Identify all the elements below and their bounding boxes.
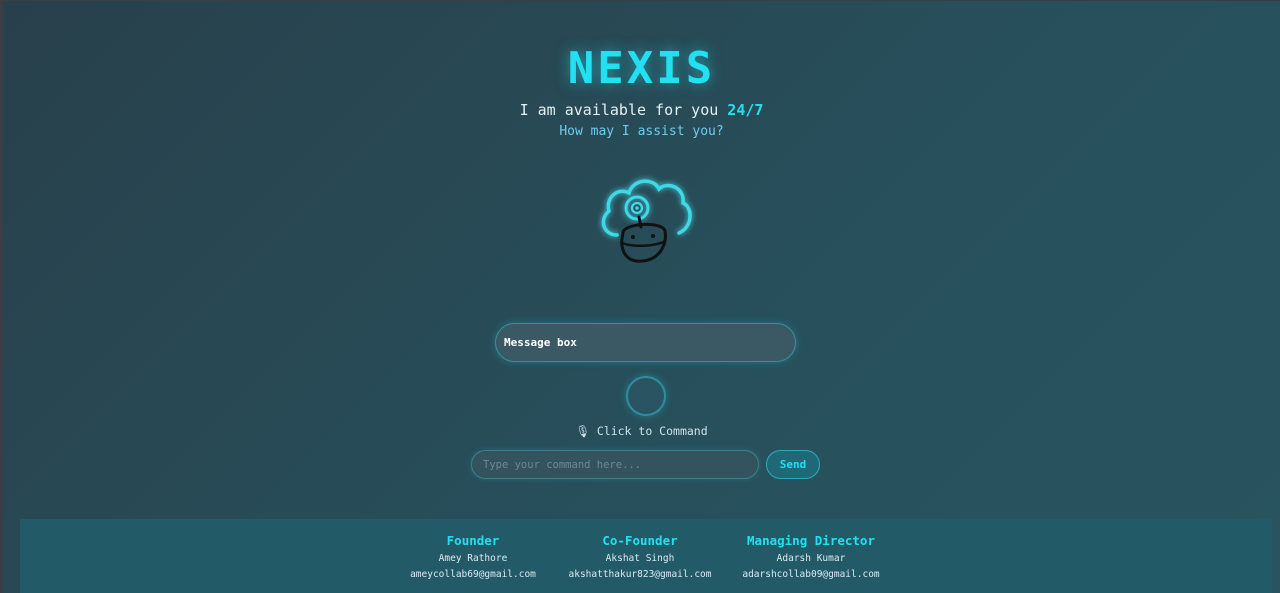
credit-name: Adarsh Kumar	[776, 553, 846, 564]
cloud-robot-icon	[595, 171, 697, 269]
credit-email: adarshcollab09@gmail.com	[742, 569, 880, 580]
microphone-button[interactable]	[626, 376, 666, 416]
assist-subtitle: How may I assist you?	[559, 124, 724, 139]
message-box: Message box	[495, 323, 796, 362]
credit-role: Co-Founder	[602, 533, 678, 548]
credit-founder: Founder Amey Rathore ameycollab69@gmail.…	[383, 533, 563, 581]
credit-email: ameycollab69@gmail.com	[410, 569, 536, 580]
credit-managing-director: Managing Director Adarsh Kumar adarshcol…	[721, 533, 901, 581]
brand-title: NEXIS	[567, 43, 716, 94]
credit-role: Managing Director	[747, 533, 875, 548]
tagline-text: I am available for you	[519, 101, 719, 119]
credit-role: Founder	[446, 533, 500, 548]
tagline-accent: 24/7	[727, 101, 764, 119]
credit-name: Akshat Singh	[605, 553, 675, 564]
tagline: I am available for you 24/7	[3, 101, 1280, 119]
credit-co-founder: Co-Founder Akshat Singh akshatthakur823@…	[550, 533, 730, 581]
click-to-command-label[interactable]: 🎙 Click to Command	[3, 424, 1280, 438]
send-button[interactable]: Send	[766, 450, 820, 479]
footer: Founder Amey Rathore ameycollab69@gmail.…	[20, 519, 1272, 593]
command-input[interactable]	[471, 450, 759, 479]
credit-email: akshatthakur823@gmail.com	[568, 569, 712, 580]
credit-name: Amey Rathore	[438, 553, 508, 564]
